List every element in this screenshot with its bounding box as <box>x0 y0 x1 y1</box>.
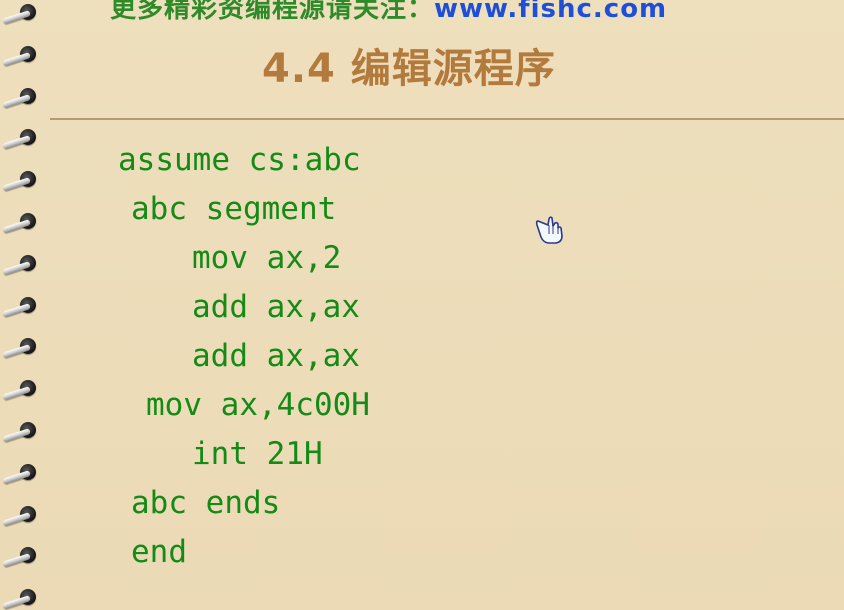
slide-page: 更多精彩资编程源请关注：www.fishc.com 4.4 编辑源程序 assu… <box>0 0 844 610</box>
binding-ring-icon <box>2 168 42 192</box>
top-banner: 更多精彩资编程源请关注：www.fishc.com <box>110 0 667 25</box>
banner-text: 更多精彩资编程源请关注： <box>110 0 435 24</box>
binding-wire <box>2 260 31 276</box>
binding-ring-icon <box>2 126 42 150</box>
code-line-2: abc segment <box>131 191 337 227</box>
binding-ring-icon <box>2 503 42 527</box>
binding-wire <box>2 302 31 318</box>
binding-wire <box>2 51 31 67</box>
title-divider <box>50 118 844 120</box>
code-line-1: assume cs:abc <box>118 142 361 178</box>
code-line-4: add ax,ax <box>192 289 360 325</box>
binding-ring-icon <box>2 85 42 109</box>
binding-wire <box>2 511 31 527</box>
binding-ring-icon <box>2 210 42 234</box>
binding-ring-icon <box>2 377 42 401</box>
binding-ring-icon <box>2 544 42 568</box>
binding-ring-icon <box>2 461 42 485</box>
binding-wire <box>2 93 31 109</box>
binding-ring-icon <box>2 335 42 359</box>
slide-title: 4.4 编辑源程序 <box>262 46 556 92</box>
binding-ring-icon <box>2 1 42 25</box>
binding-ring-icon <box>2 419 42 443</box>
binding-ring-icon <box>2 586 42 610</box>
code-line-6: mov ax,4c00H <box>146 387 370 423</box>
code-line-9: end <box>131 534 187 570</box>
code-line-3: mov ax,2 <box>192 240 342 276</box>
code-line-8: abc ends <box>131 485 281 521</box>
code-line-7: int 21H <box>192 436 323 472</box>
banner-url[interactable]: www.fishc.com <box>434 0 667 24</box>
hand-pointer-cursor-icon <box>535 216 563 244</box>
code-line-5: add ax,ax <box>192 338 360 374</box>
binding-wire <box>2 469 31 485</box>
binding-ring-icon <box>2 43 42 67</box>
binding-ring-icon <box>2 294 42 318</box>
binding-ring-icon <box>2 252 42 276</box>
spiral-binding <box>0 0 48 610</box>
